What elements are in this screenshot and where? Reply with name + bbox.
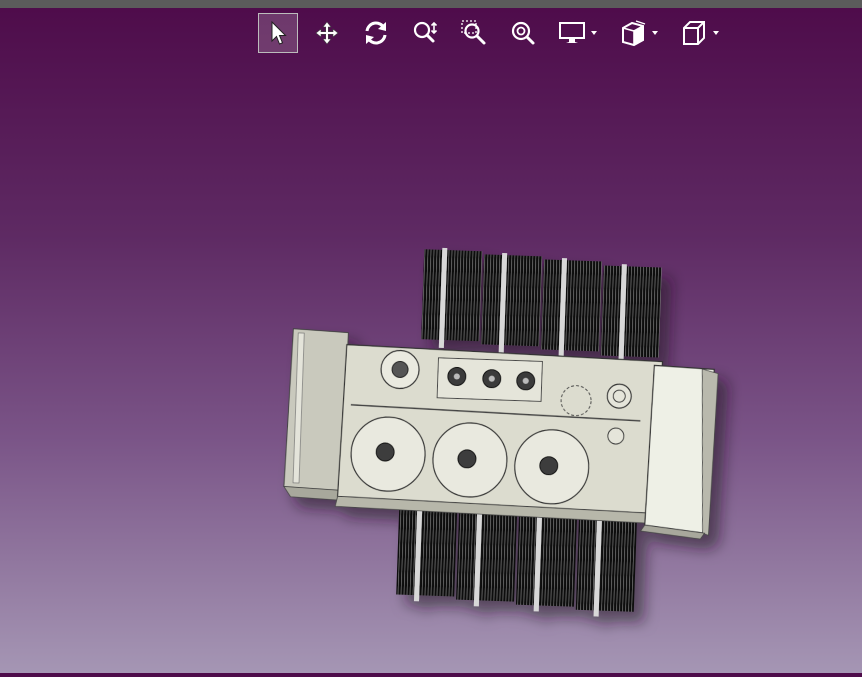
bottom-fin-block xyxy=(575,519,637,612)
pointer-arrow-icon xyxy=(271,20,287,45)
top-fin-block xyxy=(480,254,543,347)
top-fin-row xyxy=(421,247,662,365)
move-arrows-icon xyxy=(315,21,339,45)
pan-tool-button[interactable] xyxy=(307,13,347,53)
top-fin-block xyxy=(600,265,662,358)
bottom-fin-block xyxy=(515,514,578,607)
bottom-fin-block xyxy=(456,509,518,602)
zoom-window-icon xyxy=(461,20,486,45)
section-cube-icon xyxy=(622,20,646,47)
zoom-window-tool-button[interactable] xyxy=(454,13,494,53)
chevron-down-icon xyxy=(713,31,719,35)
wire-cube-icon xyxy=(683,21,705,45)
monitor-icon xyxy=(559,22,585,43)
zoom-fit-icon xyxy=(511,21,535,45)
chevron-down-icon xyxy=(652,31,658,35)
cad-model-render xyxy=(283,247,719,617)
rotate-icon xyxy=(365,21,387,45)
section-dropdown-button[interactable] xyxy=(613,13,665,53)
rotate-tool-button[interactable] xyxy=(356,13,396,53)
zoom-fit-tool-button[interactable] xyxy=(503,13,543,53)
view-toolbar xyxy=(258,13,735,53)
bottom-fin-block xyxy=(396,504,458,597)
chevron-down-icon xyxy=(591,31,597,35)
zoom-dynamic-icon xyxy=(413,21,438,43)
main-body xyxy=(334,343,664,524)
top-fin-block xyxy=(421,249,483,342)
machine-assembly xyxy=(283,247,719,617)
top-fin-block xyxy=(540,259,602,352)
select-tool-button[interactable] xyxy=(258,13,298,53)
display-mode-dropdown-button[interactable] xyxy=(552,13,604,53)
window-top-strip xyxy=(0,0,862,8)
zoom-dynamic-tool-button[interactable] xyxy=(405,13,445,53)
view-orientation-dropdown-button[interactable] xyxy=(674,13,726,53)
3d-viewport[interactable] xyxy=(0,60,862,673)
